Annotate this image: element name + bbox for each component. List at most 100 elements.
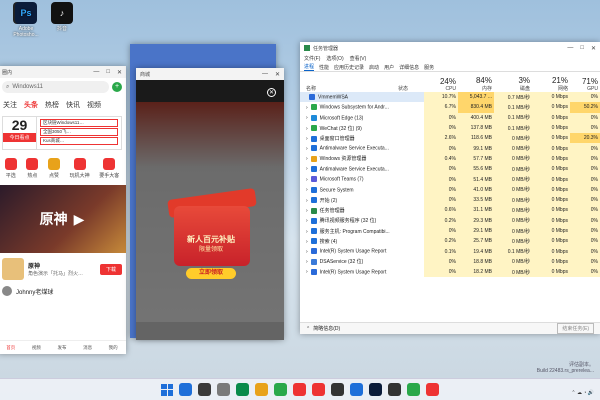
start-icon[interactable]: [161, 383, 173, 396]
expand-chevron-icon[interactable]: ›: [306, 259, 308, 265]
download-button[interactable]: 下载: [99, 263, 122, 275]
headline-item[interactable]: Kus商城…: [40, 137, 118, 145]
system-tray[interactable]: ⌃ ☁ ◔ 🔊: [571, 390, 594, 396]
expand-chevron-icon[interactable]: ›: [306, 249, 308, 255]
add-icon[interactable]: +: [112, 82, 122, 92]
column-header-name[interactable]: 名称: [300, 72, 396, 92]
expand-chevron-icon[interactable]: ›: [306, 229, 308, 235]
process-row[interactable]: › Secure System 0% 41.0 MB 0 MB/秒 0 Mbps 0%: [300, 184, 600, 195]
tab-app-history[interactable]: 应用历史记录: [334, 64, 364, 71]
end-task-button[interactable]: 结束任务(E): [557, 323, 594, 334]
minimize-icon[interactable]: —: [93, 69, 99, 76]
process-row[interactable]: › WeChat (32 位) (9) 0% 137.8 MB 0.1 MB/秒 0 Mb…: [300, 122, 600, 134]
column-header-memory[interactable]: 84% 内存: [458, 72, 494, 92]
quick-link[interactable]: 要手大客: [99, 158, 119, 179]
taskbar-app-icon[interactable]: [274, 383, 287, 396]
process-row[interactable]: VmmemWSA 10.7% 5,043.7 ... 0.7 MB/秒 0 Mbps 0%: [300, 92, 600, 103]
tab-details[interactable]: 详细信息: [399, 64, 419, 71]
maximize-icon[interactable]: □: [580, 45, 584, 52]
expand-chevron-icon[interactable]: ›: [306, 166, 308, 172]
expand-chevron-icon[interactable]: ›: [306, 239, 308, 245]
close-icon[interactable]: ✕: [275, 71, 280, 78]
tab-performance[interactable]: 性能: [319, 64, 329, 71]
quick-link[interactable]: 点赞: [47, 158, 60, 179]
process-row[interactable]: › 搜索 (4) 0.2% 25.7 MB 0 MB/秒 0 Mbps 0%: [300, 236, 600, 247]
game-banner[interactable]: 原神 ▶: [0, 185, 126, 253]
menu-view[interactable]: 查看(V): [350, 55, 367, 62]
menu-file[interactable]: 文件(F): [304, 55, 320, 62]
taskbar-app-icon[interactable]: [350, 383, 363, 396]
column-header-disk[interactable]: 3% 磁盘: [494, 72, 532, 92]
expand-chevron-icon[interactable]: ›: [306, 126, 308, 132]
process-row[interactable]: › Microsoft Teams (7) 0% 51.4 MB 0 MB/秒 0 Mbp…: [300, 174, 600, 185]
expand-chevron-icon[interactable]: ›: [306, 208, 308, 214]
expand-chevron-icon[interactable]: ›: [306, 156, 308, 162]
expand-chevron-icon[interactable]: ›: [306, 198, 308, 204]
expand-chevron-icon[interactable]: ›: [306, 105, 308, 111]
taskbar-app-icon[interactable]: [217, 383, 230, 396]
taskbar-app-icon[interactable]: [179, 383, 192, 396]
taskbar-app-icon[interactable]: [198, 383, 211, 396]
promo-popup[interactable]: 新人百元补贴 限量领取 立即领取: [166, 187, 257, 288]
tab-hot[interactable]: 热榜: [45, 100, 59, 110]
column-header-status[interactable]: 状态: [396, 72, 424, 92]
taskbar-app-icon[interactable]: [312, 383, 325, 396]
nav-message[interactable]: 消息: [83, 345, 92, 351]
search-input[interactable]: ⌕ Windows11: [2, 81, 109, 93]
taskbar-app-icon[interactable]: [407, 383, 420, 396]
process-row[interactable]: › Antimalware Service Executa... 0% 55.6 MB…: [300, 164, 600, 175]
column-header-gpu[interactable]: 71% GPU: [570, 72, 600, 92]
menu-options[interactable]: 选项(O): [326, 55, 343, 62]
process-row[interactable]: › Intel(R) System Usage Report 0% 18.2 MB 0 …: [300, 267, 600, 278]
column-header-cpu[interactable]: 24% CPU: [424, 72, 458, 92]
tab-users[interactable]: 用户: [384, 64, 394, 71]
expand-chevron-icon[interactable]: ›: [306, 146, 308, 152]
quick-link[interactable]: 玩机大神: [70, 158, 90, 179]
process-row[interactable]: › Microsoft Edge (13) 0% 400.4 MB 0.1 MB/秒 0 …: [300, 112, 600, 123]
user-row[interactable]: Johnny老煤球: [0, 283, 126, 299]
taskbar-app-icon[interactable]: [255, 383, 268, 396]
taskbar-app-icon[interactable]: [426, 383, 439, 396]
desktop-icon-photoshop[interactable]: Ps Adobe Photosho...: [9, 2, 43, 38]
process-row[interactable]: › 桌面窗口管理器 2.6% 118.6 MB 0 MB/秒 0 Mbps 20.3%: [300, 133, 600, 144]
expand-chevron-icon[interactable]: ›: [306, 187, 308, 193]
process-row[interactable]: › 服务主机: Program Compatibi... 0% 29.1 MB 0 MB…: [300, 225, 600, 237]
expand-chevron-icon[interactable]: ›: [306, 177, 308, 183]
taskbar-app-icon[interactable]: [369, 383, 382, 396]
tab-follow[interactable]: 关注: [3, 100, 17, 110]
tab-processes[interactable]: 进程: [304, 63, 315, 71]
claim-button[interactable]: 立即领取: [186, 268, 236, 279]
taskbar-app-icon[interactable]: [293, 383, 306, 396]
taskbar-app-icon[interactable]: [331, 383, 344, 396]
nav-me[interactable]: 我的: [109, 345, 118, 351]
daily-card[interactable]: 29 今日看点 区块链Windows11… 全国3050飞… Kus商城…: [2, 116, 122, 150]
process-row[interactable]: › Intel(R) System Usage Report 0.1% 19.4 MB…: [300, 246, 600, 257]
quick-link[interactable]: 平选: [4, 158, 17, 179]
tab-headline[interactable]: 头条: [24, 100, 38, 110]
fewer-details-link[interactable]: 简略信息(D): [313, 325, 340, 332]
expand-chevron-icon[interactable]: ›: [306, 269, 308, 275]
nav-video[interactable]: 视频: [32, 345, 41, 351]
tab-flash[interactable]: 快讯: [66, 100, 80, 110]
process-row[interactable]: › 腾讯视频服务程序 (32 位) 0.2% 29.3 MB 0 MB/秒 0 Mbps 0…: [300, 215, 600, 226]
process-row[interactable]: › 任务管理器 0.6% 31.1 MB 0 MB/秒 0 Mbps 0%: [300, 205, 600, 216]
taskbar-app-icon[interactable]: [388, 383, 401, 396]
headline-item[interactable]: 区块链Windows11…: [40, 119, 118, 127]
process-row[interactable]: › DSAService (32 位) 0% 18.8 MB 0 MB/秒 0 Mbps 0…: [300, 256, 600, 268]
tab-services[interactable]: 服务: [424, 64, 434, 71]
process-row[interactable]: › Windows Subsystem for Andr... 6.7% 830.4 …: [300, 102, 600, 113]
minimize-icon[interactable]: —: [567, 45, 573, 52]
taskbar-app-icon[interactable]: [236, 383, 249, 396]
quick-link[interactable]: 热点: [26, 158, 39, 179]
tab-video[interactable]: 视频: [87, 100, 101, 110]
expand-chevron-icon[interactable]: ›: [306, 115, 308, 121]
close-icon[interactable]: ✕: [267, 88, 276, 97]
desktop-icon-douyin[interactable]: ♪ 抖音: [42, 2, 82, 32]
headline-item[interactable]: 全国3050飞…: [40, 128, 118, 136]
close-icon[interactable]: ✕: [117, 69, 122, 76]
nav-home[interactable]: 首页: [6, 345, 15, 351]
expand-chevron-icon[interactable]: ›: [306, 136, 308, 142]
tab-startup[interactable]: 启动: [369, 64, 379, 71]
column-header-network[interactable]: 21% 网络: [532, 72, 570, 92]
nav-post[interactable]: 发布: [57, 345, 66, 351]
